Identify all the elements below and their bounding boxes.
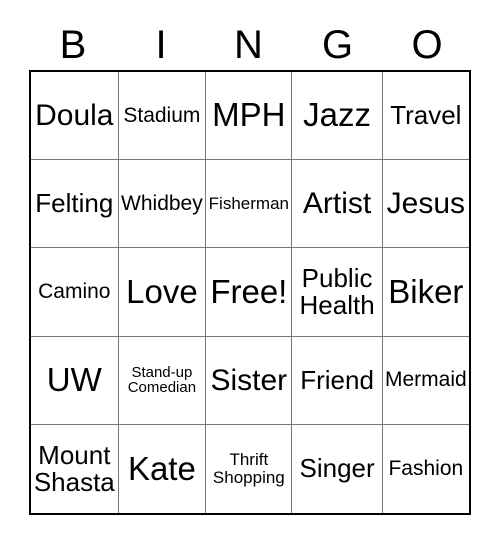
bingo-cell-label: Mount Shasta: [33, 439, 115, 497]
bingo-cell-label: Biker: [388, 272, 464, 310]
header-letter-b: B: [59, 23, 87, 67]
bingo-cell-label: Doula: [35, 99, 114, 132]
bingo-cell[interactable]: Love: [119, 248, 207, 336]
bingo-cell[interactable]: MPH: [206, 72, 293, 160]
bingo-cell-label: Whidbey: [121, 191, 203, 215]
bingo-row: Mount Shasta Kate Thrift Shopping Singer…: [31, 424, 469, 513]
header-letter-n: N: [234, 23, 263, 67]
bingo-cell[interactable]: Travel: [383, 72, 469, 159]
bingo-cell[interactable]: Camino: [31, 248, 119, 336]
bingo-cell-label: Stand-up Comedian: [127, 363, 197, 397]
bingo-cell-label: Stadium: [123, 103, 201, 127]
bingo-row: Felting Whidbey Fisherman Artist Jesus: [31, 160, 469, 249]
header-letter-o: O: [411, 23, 443, 67]
bingo-cell[interactable]: UW: [31, 336, 119, 424]
bingo-cell-label: Fashion: [388, 456, 464, 480]
bingo-cell-label: Public Health: [299, 262, 375, 320]
bingo-cell-label: Mermaid: [384, 368, 467, 392]
bingo-cell-label: Jesus: [386, 187, 466, 221]
bingo-cell[interactable]: Stand-up Comedian: [119, 336, 207, 424]
bingo-cell[interactable]: Sister: [206, 336, 293, 424]
bingo-cell[interactable]: Public Health: [292, 248, 383, 336]
bingo-cell-label: Kate: [127, 449, 196, 487]
bingo-cell-free[interactable]: Free!: [206, 248, 293, 336]
bingo-cell[interactable]: Artist: [292, 160, 383, 248]
bingo-cell[interactable]: Fashion: [383, 425, 469, 513]
bingo-cell-label: MPH: [212, 96, 286, 134]
bingo-row: UW Stand-up Comedian Sister Friend Merma…: [31, 336, 469, 425]
bingo-cell-label: Felting: [35, 188, 114, 219]
bingo-cell[interactable]: Singer: [292, 424, 383, 513]
bingo-row: Camino Love Free! Public Health Biker: [31, 248, 469, 337]
bingo-cell-label: Camino: [38, 280, 111, 304]
bingo-cell[interactable]: Whidbey: [119, 160, 207, 248]
bingo-cell[interactable]: Doula: [31, 72, 119, 160]
bingo-cell[interactable]: Mermaid: [383, 337, 469, 424]
bingo-cell-label: Sister: [210, 363, 288, 397]
bingo-cell[interactable]: Mount Shasta: [31, 424, 119, 513]
bingo-cell-label: UW: [46, 361, 102, 398]
bingo-cell-label: Travel: [390, 100, 462, 131]
bingo-cell-label: Jazz: [303, 96, 371, 134]
bingo-grid: Doula Stadium MPH Jazz Travel Felting Wh…: [29, 70, 471, 515]
bingo-cell-label: Free!: [210, 272, 288, 310]
bingo-cell[interactable]: Felting: [31, 160, 119, 248]
bingo-cell[interactable]: Fisherman: [206, 160, 293, 248]
bingo-cell-label: Love: [126, 272, 198, 310]
header-letter-g: G: [321, 23, 354, 67]
bingo-cell[interactable]: Friend: [292, 336, 383, 424]
bingo-cell-label: Thrift Shopping: [212, 450, 285, 487]
bingo-header: B I N G O: [29, 20, 471, 70]
bingo-cell-label: Singer: [299, 453, 375, 484]
bingo-row: Doula Stadium MPH Jazz Travel: [31, 72, 469, 161]
bingo-cell[interactable]: Kate: [119, 424, 207, 513]
bingo-cell-label: Artist: [302, 187, 372, 221]
bingo-cell[interactable]: Thrift Shopping: [206, 424, 293, 513]
bingo-card: B I N G O Doula Stadium MPH Jazz Travel …: [0, 0, 500, 544]
bingo-cell[interactable]: Jazz: [292, 72, 383, 160]
bingo-cell-label: Friend: [300, 364, 374, 395]
bingo-cell-label: Fisherman: [208, 193, 289, 213]
header-letter-i: I: [155, 23, 167, 67]
bingo-cell[interactable]: Stadium: [119, 72, 207, 160]
bingo-cell[interactable]: Biker: [383, 248, 469, 335]
bingo-cell[interactable]: Jesus: [383, 160, 469, 247]
